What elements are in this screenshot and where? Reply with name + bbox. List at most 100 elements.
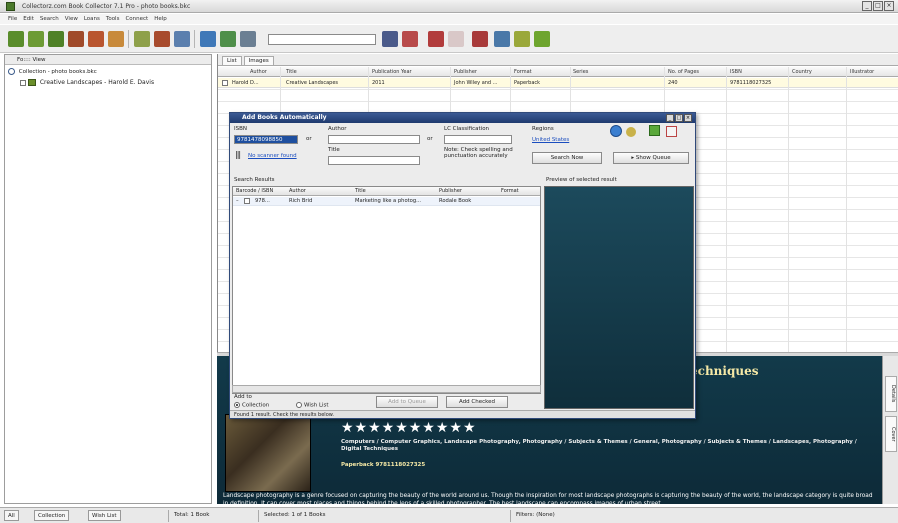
grid-column-line	[726, 67, 727, 354]
author-input[interactable]	[328, 135, 420, 144]
folder-panel-header[interactable]: Fo:::: View	[5, 55, 211, 65]
col-publisher[interactable]: Publisher	[454, 69, 477, 75]
col-author[interactable]: Author	[250, 69, 267, 75]
statistics-icon[interactable]	[472, 31, 488, 47]
radio-wishlist-dot[interactable]	[296, 402, 302, 408]
columns-icon[interactable]	[134, 31, 150, 47]
search-results-label: Search Results	[234, 177, 275, 183]
regions-link[interactable]: United States	[532, 137, 569, 143]
radio-collection-dot[interactable]	[234, 402, 240, 408]
toolbar	[0, 25, 898, 53]
edit-book-icon[interactable]	[28, 31, 44, 47]
col-country[interactable]: Country	[792, 69, 812, 75]
window-controls: _ □ ×	[862, 1, 894, 12]
sync-icon[interactable]	[494, 31, 510, 47]
show-queue-button[interactable]: ▸ Show Queue	[613, 152, 689, 164]
result-checkbox[interactable]	[244, 198, 250, 204]
tab-list[interactable]: List	[222, 56, 242, 65]
online-search-icon[interactable]	[610, 125, 622, 137]
radio-collection[interactable]: Collection	[234, 402, 269, 409]
filter-clear-icon[interactable]	[402, 31, 418, 47]
results-horizontal-scrollbar[interactable]	[232, 385, 541, 393]
filters-status: Filters: (None)	[516, 512, 555, 518]
barcode-scanner-link[interactable]: No scanner found	[248, 153, 297, 159]
tab-images[interactable]: Images	[243, 56, 274, 65]
loan-manager-icon[interactable]	[428, 31, 444, 47]
tab-all[interactable]: All	[4, 510, 19, 521]
genres-text: Computers / Computer Graphics, Landscape…	[341, 439, 857, 452]
add-checked-button[interactable]: Add Checked	[446, 396, 508, 408]
title-input[interactable]	[328, 156, 420, 165]
scanner-icon[interactable]	[514, 31, 530, 47]
tab-collection[interactable]: Collection	[34, 510, 70, 521]
col-pages[interactable]: No. of Pages	[668, 69, 699, 75]
col-year[interactable]: Publication Year	[372, 69, 412, 75]
menu-bar: File Edit Search View Loans Tools Connec…	[0, 14, 898, 24]
menu-file[interactable]: File	[8, 16, 17, 22]
result-title: Marketing like a photog...	[355, 198, 422, 204]
menu-search[interactable]: Search	[40, 16, 59, 22]
dialog-status-bar: Found 1 result. Check the results below.	[230, 410, 695, 418]
row-checkbox[interactable]	[222, 80, 228, 86]
toolbar-separator	[128, 30, 129, 48]
title-label: Title	[328, 147, 340, 153]
barcode-icon[interactable]: |||	[235, 150, 241, 159]
clear-icon[interactable]	[666, 126, 677, 137]
status-divider	[258, 510, 259, 522]
results-col-format[interactable]: Format	[501, 188, 519, 194]
view-icon[interactable]	[200, 31, 216, 47]
close-button[interactable]: ×	[884, 1, 894, 11]
col-isbn[interactable]: ISBN	[730, 69, 742, 75]
add-auto-icon[interactable]	[48, 31, 64, 47]
results-col-isbn[interactable]: Barcode / ISBN	[236, 188, 273, 194]
dialog-close-button[interactable]: ×	[684, 114, 692, 122]
minimize-button[interactable]: _	[862, 1, 872, 11]
menu-view[interactable]: View	[65, 16, 78, 22]
sort-icon[interactable]	[220, 31, 236, 47]
tree-book-item[interactable]: Creative Landscapes - Harold E. Davis	[20, 79, 154, 86]
quick-search-input[interactable]	[268, 34, 376, 45]
result-row[interactable]: – 978... Rich Brid Marketing like a phot…	[233, 197, 540, 206]
tab-wishlist[interactable]: Wish List	[88, 510, 121, 521]
help-icon[interactable]	[649, 125, 660, 136]
results-col-title[interactable]: Title	[355, 188, 366, 194]
col-series[interactable]: Series	[573, 69, 588, 75]
layout-icon[interactable]	[174, 31, 190, 47]
col-title[interactable]: Title	[286, 69, 297, 75]
results-col-author[interactable]: Author	[289, 188, 306, 194]
maximize-button[interactable]: □	[873, 1, 883, 11]
report-icon[interactable]	[108, 31, 124, 47]
add-book-icon[interactable]	[8, 31, 24, 47]
isbn-input[interactable]: 9781478098850	[234, 135, 298, 144]
filter-icon[interactable]	[382, 31, 398, 47]
lc-input[interactable]	[444, 135, 512, 144]
menu-edit[interactable]: Edit	[23, 16, 34, 22]
results-col-publisher[interactable]: Publisher	[439, 188, 462, 194]
radio-wishlist[interactable]: Wish List	[296, 402, 329, 409]
result-author: Rich Brid	[289, 198, 313, 204]
dialog-minimize-button[interactable]: _	[666, 114, 674, 122]
result-expand-icon[interactable]: –	[236, 198, 239, 204]
database-icon[interactable]	[534, 31, 550, 47]
dialog-maximize-button[interactable]: □	[675, 114, 683, 122]
tree-root[interactable]: Collection - photo books.bkc	[8, 68, 97, 75]
settings-icon[interactable]	[626, 127, 636, 137]
menu-tools[interactable]: Tools	[106, 16, 120, 22]
col-format[interactable]: Format	[514, 69, 532, 75]
table-row[interactable]: Harold D... Creative Landscapes 2011 Joh…	[218, 78, 898, 88]
print-icon[interactable]	[240, 31, 256, 47]
menu-help[interactable]: Help	[154, 16, 167, 22]
add-books-dialog: Add Books Automatically _ □ × ISBN 97814…	[229, 112, 696, 419]
tree-checkbox[interactable]	[20, 79, 26, 86]
loan-icon[interactable]	[88, 31, 104, 47]
search-now-button[interactable]: Search Now	[532, 152, 602, 164]
tab-cover[interactable]: Cover	[885, 416, 897, 452]
menu-connect[interactable]: Connect	[125, 16, 148, 22]
tab-details[interactable]: Details	[885, 376, 897, 412]
add-to-queue-button[interactable]: Add to Queue	[376, 396, 438, 408]
remove-book-icon[interactable]	[68, 31, 84, 47]
status-divider	[510, 510, 511, 522]
menu-loans[interactable]: Loans	[84, 16, 100, 22]
details-icon[interactable]	[154, 31, 170, 47]
col-illustrator[interactable]: Illustrator	[850, 69, 874, 75]
